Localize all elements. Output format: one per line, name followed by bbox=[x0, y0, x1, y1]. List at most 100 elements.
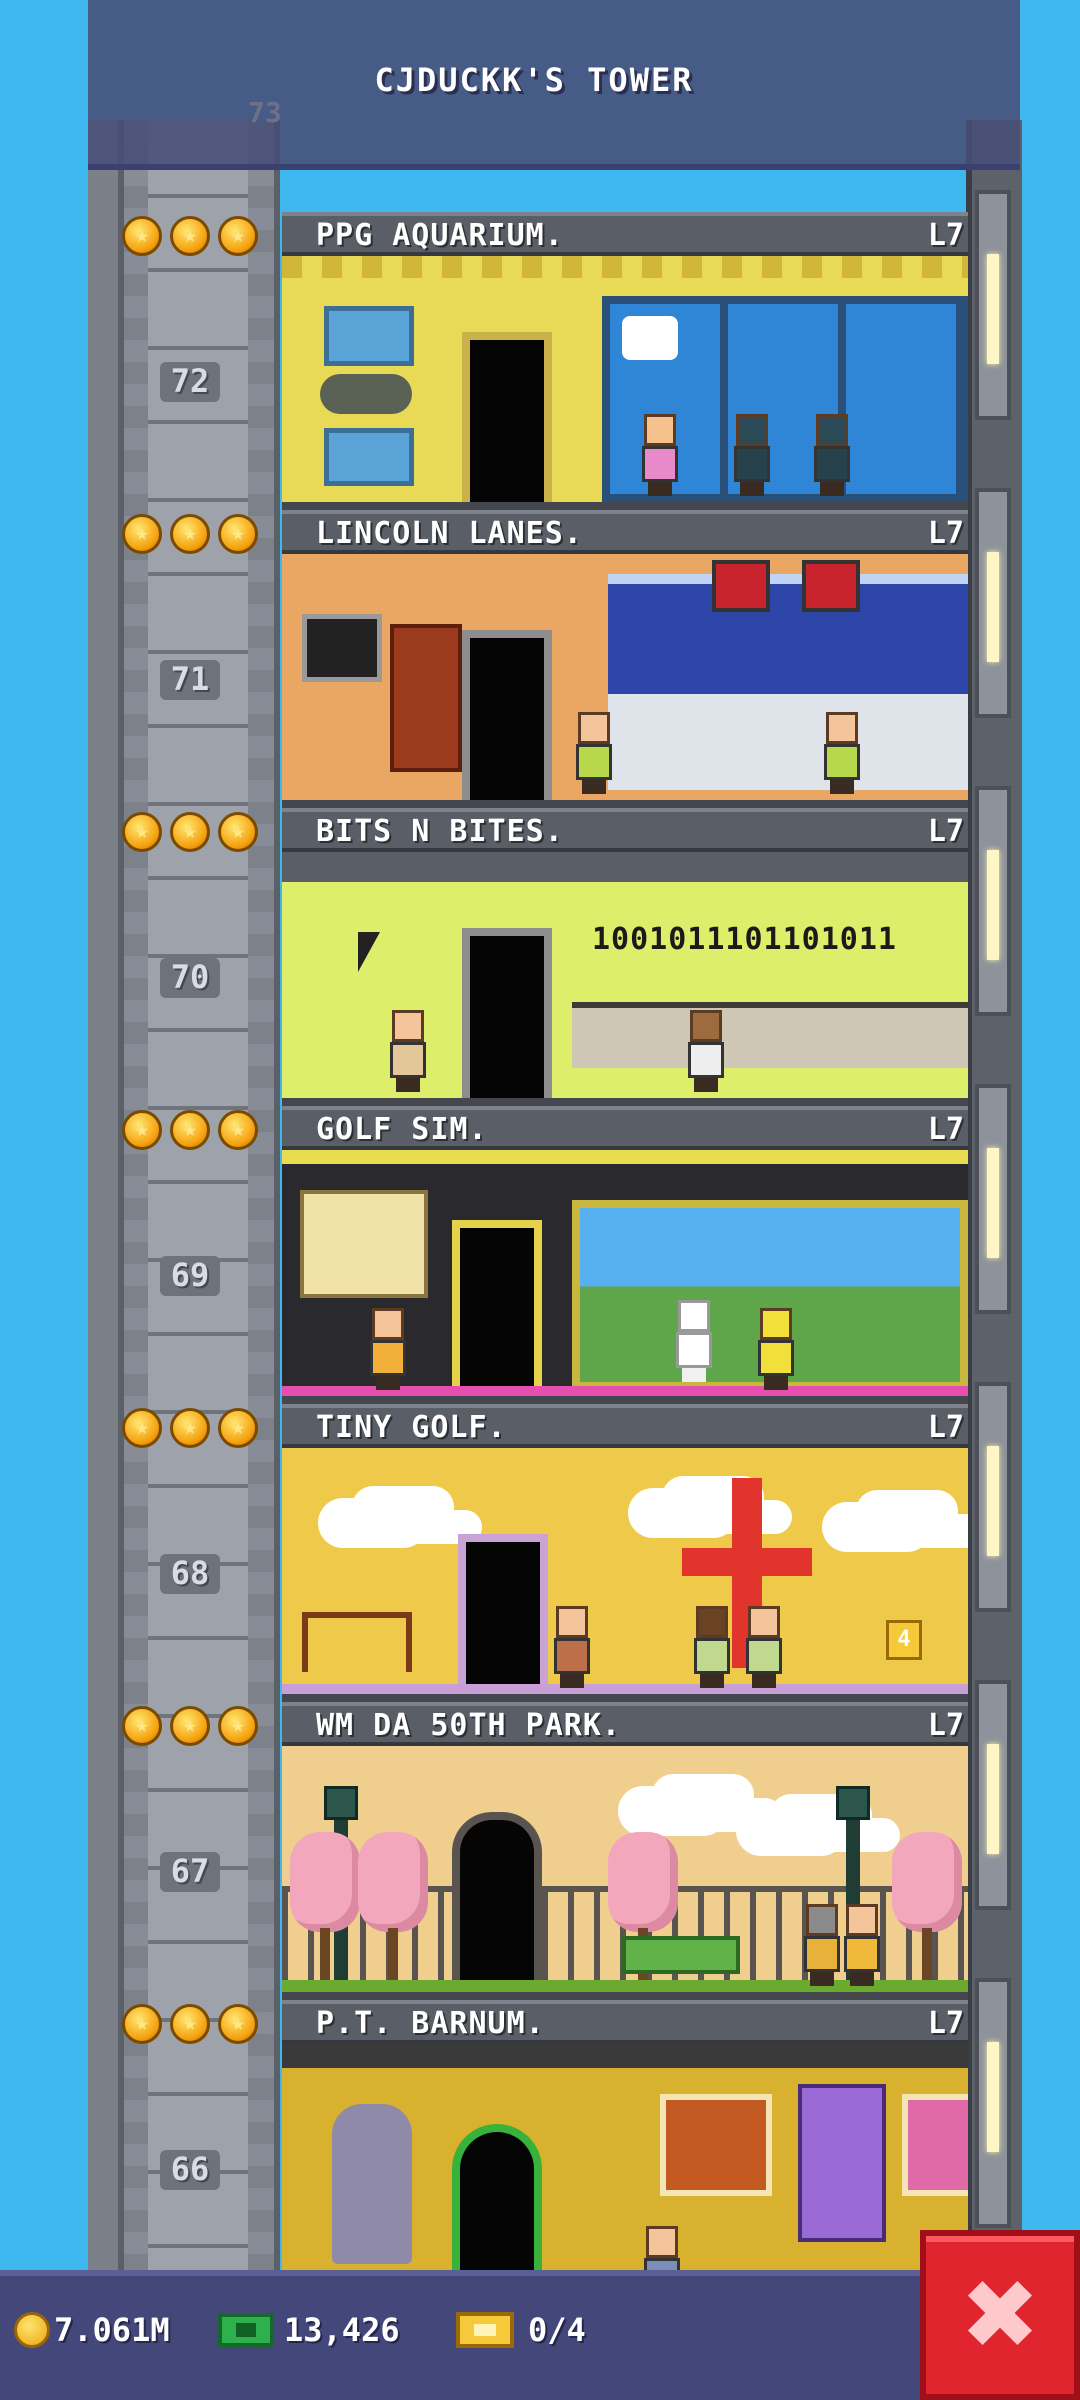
floor-name-bar: GOLF SIM. L7 bbox=[282, 1106, 968, 1150]
floor-66[interactable]: ★ ★ ★ P.T. BARNUM. L7 66 bbox=[88, 2000, 1022, 2314]
star-icon: ★ bbox=[170, 216, 210, 256]
star-icon: ★ bbox=[170, 2004, 210, 2044]
star-icon: ★ bbox=[170, 514, 210, 554]
floor-69[interactable]: ★ ★ ★ GOLF SIM. L7 69 bbox=[88, 1106, 1022, 1404]
thought-bubble bbox=[622, 316, 678, 360]
tickets-counter: 0/4 bbox=[456, 2300, 586, 2360]
bitizen[interactable] bbox=[692, 1606, 732, 1688]
bitizen[interactable] bbox=[686, 1010, 726, 1092]
fish-poster bbox=[324, 306, 414, 366]
floor-name-bar: TINY GOLF. L7 bbox=[282, 1404, 968, 1448]
star-icon: ★ bbox=[218, 1408, 258, 1448]
floor-72[interactable]: ★ ★ ★ PPG AQUARIUM. L7 72 bbox=[88, 212, 1022, 510]
star-icon: ★ bbox=[170, 1706, 210, 1746]
bitizen[interactable] bbox=[756, 1308, 796, 1390]
tower-pillar bbox=[975, 786, 1011, 1016]
tower-pillar bbox=[975, 1680, 1011, 1910]
room-bits-n-bites[interactable]: 1001011101101011 bbox=[282, 852, 968, 1106]
door[interactable] bbox=[462, 332, 552, 502]
floor-name: PPG AQUARIUM. bbox=[316, 218, 564, 253]
score-display bbox=[802, 560, 860, 612]
bitizen-diver[interactable] bbox=[812, 414, 852, 496]
door[interactable] bbox=[462, 630, 552, 800]
elephant-statue bbox=[332, 2104, 412, 2264]
floor-67[interactable]: ★ ★ ★ WM DA 50TH PARK. L7 67 bbox=[88, 1702, 1022, 2000]
room-golf-sim[interactable] bbox=[282, 1150, 968, 1404]
tower-pillar bbox=[975, 488, 1011, 718]
star-icon: ★ bbox=[122, 1706, 162, 1746]
bitizen[interactable] bbox=[802, 1904, 842, 1986]
tower-pillar bbox=[975, 1978, 1011, 2228]
park-bench bbox=[622, 1936, 740, 1974]
door[interactable] bbox=[458, 1534, 548, 1694]
star-icon: ★ bbox=[122, 514, 162, 554]
tree bbox=[348, 1832, 438, 1982]
floor-level: L7 bbox=[927, 1112, 964, 1147]
poster bbox=[324, 428, 414, 486]
bitizen-snowman[interactable] bbox=[674, 1300, 714, 1390]
floor-stars: ★ ★ ★ bbox=[122, 1110, 258, 1150]
room-aquarium[interactable] bbox=[282, 256, 968, 510]
floor-number: 71 bbox=[160, 660, 220, 700]
floor-stars: ★ ★ ★ bbox=[122, 812, 258, 852]
bitizen[interactable] bbox=[640, 414, 680, 496]
floor-71[interactable]: ★ ★ ★ LINCOLN LANES. L7 71 bbox=[88, 510, 1022, 808]
floor-stars: ★ ★ ★ bbox=[122, 1408, 258, 1448]
chalkboard bbox=[302, 614, 382, 682]
bitizen[interactable] bbox=[368, 1308, 408, 1390]
bux-counter: 13,426 bbox=[218, 2300, 400, 2360]
door[interactable] bbox=[452, 1220, 542, 1396]
close-button[interactable]: ✖ bbox=[920, 2230, 1080, 2400]
tree bbox=[882, 1832, 968, 1982]
floor-70[interactable]: ★ ★ ★ BITS N BITES. L7 70 10010111011010… bbox=[88, 808, 1022, 1106]
cloud bbox=[736, 1806, 846, 1856]
tower-pillar bbox=[975, 190, 1011, 420]
bux-value: 13,426 bbox=[284, 2311, 400, 2349]
bitizen[interactable] bbox=[388, 1010, 428, 1092]
floor-name: BITS N BITES. bbox=[316, 814, 564, 849]
door[interactable] bbox=[452, 1812, 542, 1992]
star-icon: ★ bbox=[170, 812, 210, 852]
bitizen[interactable] bbox=[574, 712, 614, 794]
lanes-sign bbox=[608, 574, 968, 694]
cloud bbox=[628, 1488, 738, 1538]
floor-68[interactable]: ★ ★ ★ TINY GOLF. L7 68 4 bbox=[88, 1404, 1022, 1702]
door[interactable] bbox=[462, 928, 552, 1098]
floor-name: TINY GOLF. bbox=[316, 1410, 507, 1445]
floor-number: 70 bbox=[160, 958, 220, 998]
bowling-lane bbox=[608, 694, 968, 790]
club-board bbox=[300, 1190, 428, 1298]
star-icon: ★ bbox=[122, 1408, 162, 1448]
star-icon: ★ bbox=[218, 1706, 258, 1746]
cloud bbox=[318, 1498, 428, 1548]
bitizen-diver[interactable] bbox=[732, 414, 772, 496]
floor-name-bar: WM DA 50TH PARK. L7 bbox=[282, 1702, 968, 1746]
windmill-blade bbox=[682, 1548, 812, 1576]
cloud bbox=[618, 1786, 728, 1836]
star-icon: ★ bbox=[170, 1408, 210, 1448]
star-icon: ★ bbox=[218, 1110, 258, 1150]
tower-pillar bbox=[975, 1382, 1011, 1612]
floor-stars: ★ ★ ★ bbox=[122, 514, 258, 554]
room-tiny-golf[interactable]: 4 bbox=[282, 1448, 968, 1702]
fish-icon bbox=[320, 374, 412, 414]
bitizen[interactable] bbox=[552, 1606, 592, 1688]
floor-level: L7 bbox=[927, 1708, 964, 1743]
bitizen[interactable] bbox=[744, 1606, 784, 1688]
star-icon: ★ bbox=[170, 1110, 210, 1150]
bux-icon bbox=[218, 2313, 274, 2347]
bitizen[interactable] bbox=[822, 712, 862, 794]
bitizen[interactable] bbox=[842, 1904, 882, 1986]
club-rack bbox=[302, 1612, 412, 1672]
painting bbox=[660, 2094, 772, 2196]
floor-name-bar: PPG AQUARIUM. L7 bbox=[282, 212, 968, 256]
floor-name-bar: LINCOLN LANES. L7 bbox=[282, 510, 968, 554]
floor-name-bar: BITS N BITES. L7 bbox=[282, 808, 968, 852]
tower-header: 73 CJDUCKK'S TOWER bbox=[88, 0, 1020, 170]
floor-stars: ★ ★ ★ bbox=[122, 1706, 258, 1746]
tickets-value: 0/4 bbox=[528, 2311, 586, 2349]
portrait bbox=[902, 2094, 968, 2196]
computer-desks bbox=[572, 1002, 968, 1068]
room-park[interactable] bbox=[282, 1746, 968, 2000]
room-bowling[interactable] bbox=[282, 554, 968, 808]
